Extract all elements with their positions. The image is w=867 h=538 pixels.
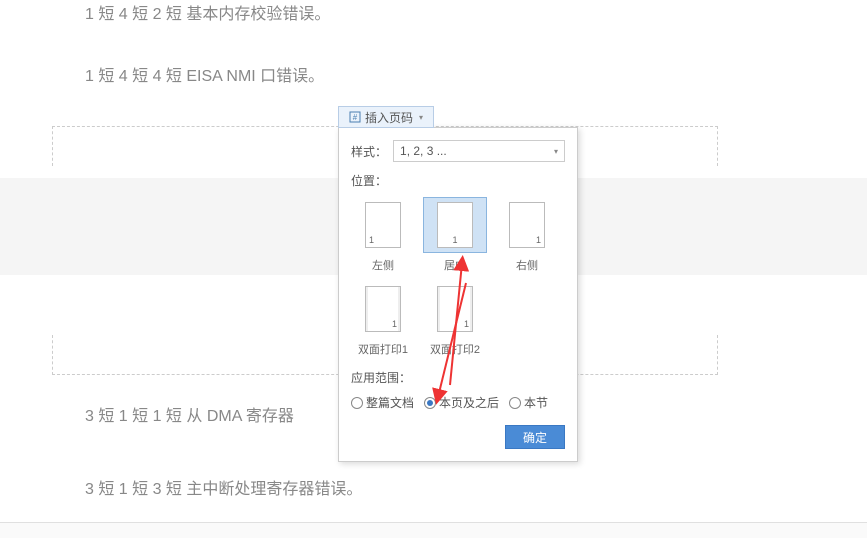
doc-text-line: 1 短 4 短 2 短 基本内存校验错误。 (85, 0, 330, 24)
position-label-right: 右侧 (495, 257, 559, 273)
insert-page-number-button[interactable]: # 插入页码 ▾ (338, 106, 434, 128)
position-option-left[interactable]: 1 左侧 (351, 197, 415, 273)
radio-icon (351, 397, 363, 409)
status-bar (0, 522, 867, 538)
preview-page-num: 1 (452, 235, 457, 245)
svg-text:#: # (353, 113, 358, 122)
style-select-value: 1, 2, 3 ... (400, 144, 447, 158)
scope-radio-whole[interactable]: 整篇文档 (351, 394, 414, 411)
chevron-down-icon: ▾ (554, 147, 558, 156)
ok-button-label: 确定 (523, 429, 547, 446)
position-label-left: 左侧 (351, 257, 415, 273)
scope-radio-whole-label: 整篇文档 (366, 394, 414, 411)
ok-button[interactable]: 确定 (505, 425, 565, 449)
radio-icon (509, 397, 521, 409)
position-option-right[interactable]: 1 右侧 (495, 197, 559, 273)
preview-page-num: 1 (369, 235, 374, 245)
position-option-center[interactable]: 1 居中 (423, 197, 487, 273)
doc-text-line: 3 短 1 短 1 短 从 DMA 寄存器 (85, 402, 294, 426)
position-label-duplex2: 双面打印2 (423, 341, 487, 357)
preview-page-num: 1 (392, 319, 397, 329)
doc-text-line: 3 短 1 短 3 短 主中断处理寄存器错误。 (85, 475, 362, 499)
page-number-icon: # (349, 111, 361, 123)
insert-page-number-label: 插入页码 (365, 109, 413, 126)
preview-page-num: 1 (536, 235, 541, 245)
position-label-duplex1: 双面打印1 (351, 341, 415, 357)
style-label: 样式： (351, 143, 387, 160)
position-option-duplex2[interactable]: 1 双面打印2 (423, 281, 487, 357)
style-select[interactable]: 1, 2, 3 ... ▾ (393, 140, 565, 162)
scope-radio-from-here[interactable]: 本页及之后 (424, 394, 499, 411)
radio-icon (424, 397, 436, 409)
scope-label: 应用范围： (351, 369, 565, 386)
preview-page-num: 1 (464, 319, 469, 329)
page-number-popup: 样式： 1, 2, 3 ... ▾ 位置： 1 左侧 1 居中 1 (338, 127, 578, 462)
position-label: 位置： (351, 172, 565, 189)
position-option-duplex1[interactable]: 1 双面打印1 (351, 281, 415, 357)
doc-text-line: 1 短 4 短 4 短 EISA NMI 口错误。 (85, 62, 324, 86)
scope-radio-section[interactable]: 本节 (509, 394, 548, 411)
scope-radio-section-label: 本节 (524, 394, 548, 411)
chevron-down-icon: ▾ (419, 113, 423, 122)
scope-radio-from-here-label: 本页及之后 (439, 394, 499, 411)
position-label-center: 居中 (423, 257, 487, 273)
